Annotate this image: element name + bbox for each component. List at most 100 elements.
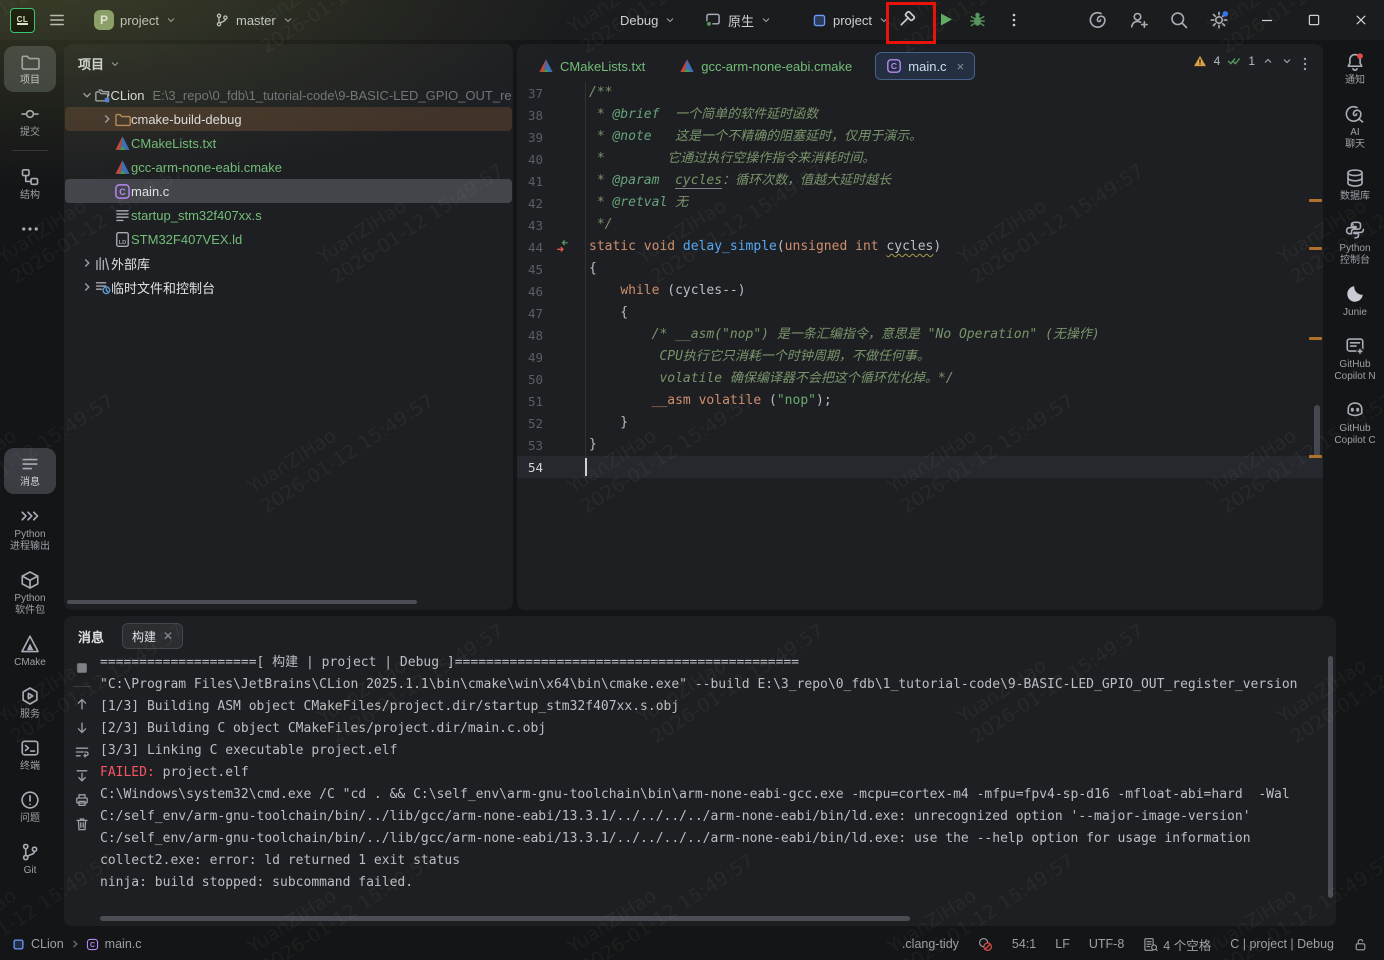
stop-icon[interactable]	[74, 660, 90, 676]
window-minimize-button[interactable]	[1244, 0, 1290, 40]
toolwindow-button-git[interactable]: Git	[4, 836, 56, 882]
next-message-icon[interactable]	[74, 720, 90, 736]
toolwindow-button-terminal[interactable]: 终端	[4, 732, 56, 778]
indent-widget[interactable]: 4 个空格	[1143, 935, 1211, 954]
unlock-icon[interactable]	[1353, 937, 1368, 952]
code-line[interactable]: 42 * @retval 无	[517, 192, 1323, 214]
code-line[interactable]: 37/**	[517, 82, 1323, 104]
code-line[interactable]: 39 * @note 这是一个不精确的阻塞延时，仅用于演示。	[517, 126, 1323, 148]
tree-row[interactable]: CMakeLists.txt	[65, 131, 512, 155]
editor-tab-main.c[interactable]: Cmain.c×	[875, 52, 975, 80]
toolwindow-button-copilot[interactable]: GitHub Copilot C	[1329, 394, 1381, 452]
caret-position[interactable]: 54:1	[1012, 937, 1036, 951]
toolwindow-button-database[interactable]: 数据库	[1329, 162, 1381, 208]
code-line[interactable]: 53}	[517, 434, 1323, 456]
toolwindow-button-structure[interactable]: 结构	[4, 161, 56, 207]
breadcrumb[interactable]: CLion C main.c	[0, 937, 902, 951]
warning-stripe-mark[interactable]	[1309, 337, 1322, 340]
toolwindow-button-services[interactable]: 服务	[4, 680, 56, 726]
window-close-button[interactable]	[1338, 0, 1384, 40]
clear-all-icon[interactable]	[74, 816, 90, 832]
code-with-me-icon[interactable]	[1129, 10, 1149, 30]
tree-row[interactable]: gcc-arm-none-eabi.cmake	[65, 155, 512, 179]
build-console-output[interactable]: ====================[ 构建 | project | Deb…	[100, 652, 1326, 894]
editor-tab-CMakeLists.txt[interactable]: CMakeLists.txt	[527, 52, 656, 80]
main-menu-icon[interactable]	[48, 11, 66, 29]
toolwindow-button-folder[interactable]: 项目	[4, 46, 56, 92]
clang-tidy-status[interactable]: .clang-tidy	[902, 937, 959, 951]
soft-wrap-icon[interactable]	[74, 744, 90, 760]
code-line[interactable]: 49 CPU执行它只消耗一个时钟周期，不做任何事。	[517, 346, 1323, 368]
tree-row[interactable]: startup_stm32f407xx.s	[65, 203, 512, 227]
code-line[interactable]: 50 volatile 确保编译器不会把这个循环优化掉。*/	[517, 368, 1323, 390]
breadcrumb-file[interactable]: main.c	[105, 937, 142, 951]
warning-stripe-mark[interactable]	[1309, 247, 1322, 250]
file-encoding[interactable]: UTF-8	[1089, 937, 1124, 951]
toolwindow-button-py-console[interactable]: Python 控制台	[1329, 214, 1381, 272]
tree-row[interactable]: cmake-build-debug	[65, 107, 512, 131]
print-icon[interactable]	[74, 792, 90, 808]
chevron-down-icon[interactable]	[109, 58, 121, 70]
toolwindow-button-junie[interactable]: Junie	[1329, 278, 1381, 324]
build-horizontal-scrollbar[interactable]	[100, 916, 910, 921]
chevron-right-icon[interactable]	[80, 256, 94, 270]
toolwindow-button-more[interactable]	[4, 213, 56, 244]
run-button[interactable]	[936, 10, 955, 29]
vcs-branch-widget[interactable]: master	[208, 6, 300, 34]
project-horizontal-scrollbar[interactable]	[67, 600, 417, 604]
code-line[interactable]: 40 * 它通过执行空操作指令来消耗时间。	[517, 148, 1323, 170]
code-line[interactable]: 44static void delay_simple(unsigned int …	[517, 236, 1323, 258]
close-icon[interactable]: ✕	[163, 629, 173, 643]
tree-row[interactable]: CLionE:\3_repo\0_fdb\1_tutorial-code\9-B…	[65, 83, 512, 107]
tree-row[interactable]: LDSTM32F407VEX.ld	[65, 227, 512, 251]
build-vertical-scrollbar[interactable]	[1328, 656, 1333, 898]
previous-message-icon[interactable]	[74, 696, 90, 712]
toolwindow-button-copilot-chat[interactable]: GitHub Copilot N	[1329, 330, 1381, 388]
toolchain-selector[interactable]: 原生	[698, 6, 778, 34]
inspection-widget[interactable]: 4 1	[1193, 54, 1293, 68]
navigate-arrows-icon[interactable]	[555, 239, 570, 254]
editor-tab-gcc-arm-none-eabi.cmake[interactable]: gcc-arm-none-eabi.cmake	[668, 52, 863, 80]
code-line[interactable]: 45{	[517, 258, 1323, 280]
code-line[interactable]: 47 {	[517, 302, 1323, 324]
tree-row[interactable]: Cmain.c	[65, 179, 512, 203]
toolwindow-button-cmake-tool[interactable]: CMake	[4, 628, 56, 674]
warning-stripe-mark[interactable]	[1309, 199, 1322, 202]
chevron-down-icon[interactable]	[80, 88, 94, 102]
run-context[interactable]: C | project | Debug	[1230, 937, 1334, 951]
editor-vertical-scrollbar[interactable]	[1314, 405, 1320, 457]
toolwindow-button-commit[interactable]: 提交	[4, 98, 56, 144]
clang-tidy-error-icon[interactable]	[978, 937, 993, 952]
build-tab[interactable]: 构建 ✕	[122, 623, 183, 649]
chevron-right-icon[interactable]	[80, 280, 94, 294]
code-line[interactable]: 43 */	[517, 214, 1323, 236]
prev-problem-icon[interactable]	[1262, 55, 1274, 67]
code-line[interactable]: 38 * @brief 一个简单的软件延时函数	[517, 104, 1323, 126]
search-everywhere-icon[interactable]	[1169, 10, 1189, 30]
toolwindow-button-bell[interactable]: 通知	[1329, 46, 1381, 92]
build-type-selector[interactable]: Debug	[614, 6, 682, 34]
code-editor[interactable]: 37/**38 * @brief 一个简单的软件延时函数39 * @note 这…	[517, 82, 1323, 478]
next-problem-icon[interactable]	[1281, 55, 1293, 67]
code-line[interactable]: 51 __asm volatile ("nop");	[517, 390, 1323, 412]
window-maximize-button[interactable]	[1291, 0, 1337, 40]
toolwindow-button-ai-chat[interactable]: AI 聊天	[1329, 98, 1381, 156]
settings-gear-icon[interactable]	[1209, 10, 1229, 30]
debug-button[interactable]	[968, 10, 987, 29]
code-line[interactable]: 46 while (cycles--)	[517, 280, 1323, 302]
line-separator[interactable]: LF	[1055, 937, 1070, 951]
toolwindow-button-py-out[interactable]: Python 进程输出	[4, 500, 56, 558]
warning-stripe-mark[interactable]	[1309, 455, 1322, 458]
breadcrumb-root[interactable]: CLion	[31, 937, 64, 951]
chevron-right-icon[interactable]	[100, 112, 114, 126]
code-line[interactable]: 52 }	[517, 412, 1323, 434]
more-actions-icon[interactable]	[1006, 11, 1022, 29]
code-line[interactable]: 41 * @param cycles：循环次数，值越大延时越长	[517, 170, 1323, 192]
toolwindow-button-py-pkg[interactable]: Python 软件包	[4, 564, 56, 622]
toolwindow-button-messages[interactable]: 消息	[4, 448, 56, 494]
tree-row[interactable]: 临时文件和控制台	[65, 275, 512, 299]
scroll-to-end-icon[interactable]	[74, 768, 90, 784]
tree-row[interactable]: 外部库	[65, 251, 512, 275]
ai-assistant-icon[interactable]	[1089, 10, 1109, 30]
editor-more-icon[interactable]	[1297, 56, 1313, 72]
